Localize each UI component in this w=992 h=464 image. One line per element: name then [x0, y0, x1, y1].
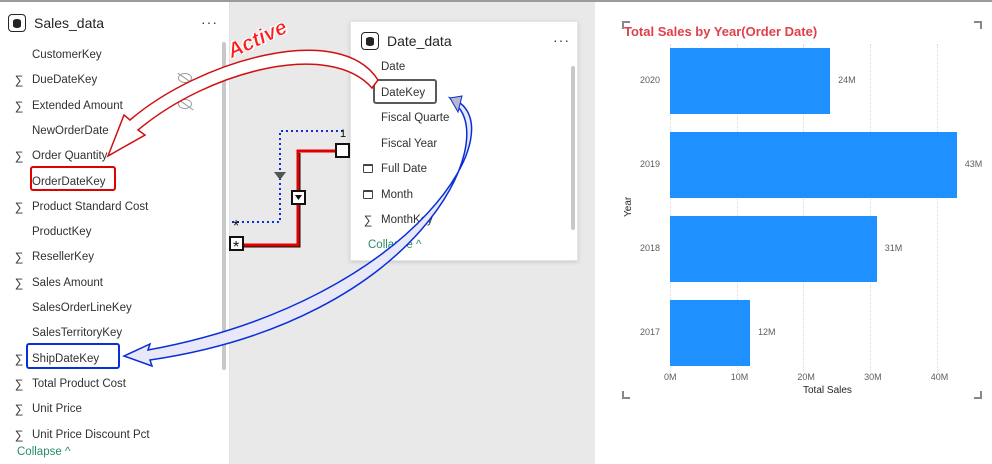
active-arrow [106, 49, 379, 158]
gridline [936, 44, 938, 372]
x-tick-label: 20M [797, 372, 815, 382]
bar[interactable] [670, 48, 831, 114]
active-relationship-line[interactable] [232, 149, 344, 247]
bar[interactable] [670, 300, 751, 366]
one-side-label: 1 [340, 128, 346, 140]
chart-title: Total Sales by Year(Order Date) [624, 24, 818, 39]
data-label: 12M [758, 327, 776, 337]
visual-corner [974, 21, 982, 29]
y-tick-label: 2020 [640, 75, 661, 85]
data-label: 31M [884, 243, 903, 253]
gridline [870, 44, 872, 372]
bar[interactable] [670, 216, 877, 282]
x-tick-label: 30M [864, 372, 882, 382]
x-tick-label: 10M [730, 372, 749, 382]
one-side-marker [335, 143, 350, 158]
inactive-relationship-line[interactable] [232, 130, 344, 223]
filter-direction-icon [274, 172, 286, 180]
visual-corner [974, 391, 982, 399]
data-label: 24M [838, 75, 856, 85]
y-tick-label: 2019 [640, 159, 661, 169]
x-tick-label: 0M [664, 372, 677, 382]
bar[interactable] [670, 132, 957, 198]
many-side-label: * [233, 218, 239, 235]
many-side-label: * [233, 239, 239, 256]
data-label: 43M [964, 159, 983, 169]
x-tick-label: 40M [930, 372, 949, 382]
y-axis-title: Year [623, 196, 634, 217]
visual-corner [622, 391, 630, 399]
y-tick-label: 2017 [640, 327, 661, 337]
y-tick-label: 2018 [640, 243, 661, 253]
x-axis-title: Total Sales [803, 385, 852, 396]
